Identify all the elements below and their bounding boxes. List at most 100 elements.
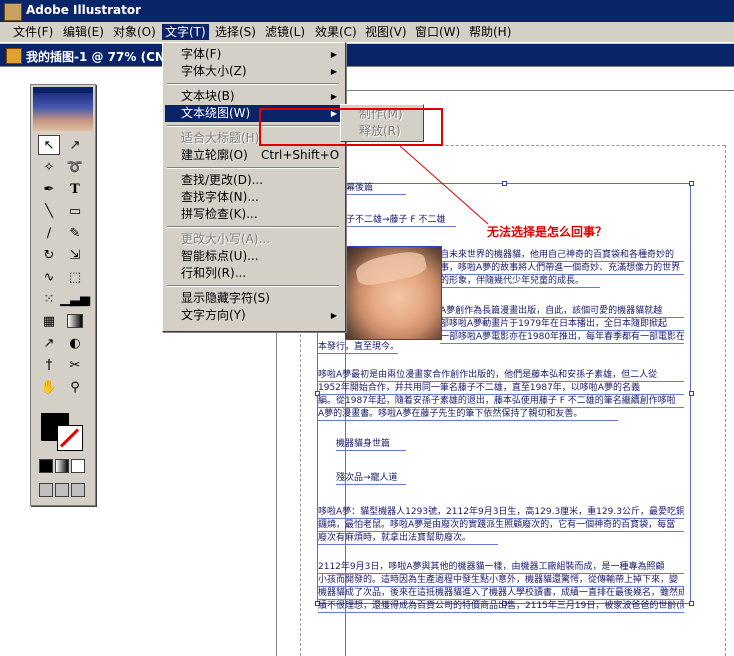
rectangle-icon[interactable]: ▭: [64, 201, 86, 221]
menu-window[interactable]: 窗口(W): [412, 24, 463, 40]
stroke-swatch[interactable]: [57, 425, 83, 451]
frame-handle-tr[interactable]: [689, 181, 694, 186]
article-line: 子不二雄→藤子 F 不二雄: [346, 214, 456, 227]
submenu-arrow-icon: ▶: [330, 92, 337, 101]
hand-icon[interactable]: ✋: [38, 377, 60, 397]
type-menu-dropdown: 字体(F) ▶ 字体大小(Z) ▶ 文本块(B) ▶ 文本绕图(W) ▶ 适合大标题(H…: [162, 42, 346, 332]
color-mode-button[interactable]: [39, 459, 53, 473]
document-icon: [6, 48, 22, 64]
menu-item-spell-check[interactable]: 拼写检查(K)...: [165, 206, 343, 223]
annotation-text: 无法选择是怎么回事？: [487, 225, 608, 239]
warp-icon[interactable]: ∿: [38, 267, 60, 287]
type-icon[interactable]: T: [64, 179, 86, 199]
menu-select[interactable]: 选择(S): [212, 24, 259, 40]
article-line: 機器貓身世篇: [336, 438, 406, 451]
article-line: 廢次有麻煩時，就拿出法寶幫助廢次。: [318, 532, 498, 545]
menu-help[interactable]: 帮助(H): [466, 24, 514, 40]
direct-select-icon[interactable]: ↗: [64, 135, 86, 155]
free-transform-icon[interactable]: ⬚: [64, 267, 86, 287]
document-title-bar[interactable]: 我的插图-1 @ 77% (CN: [0, 44, 734, 66]
menu-separator: [167, 285, 339, 287]
gradient-icon[interactable]: [64, 311, 86, 331]
rotate-icon[interactable]: ↻: [38, 245, 60, 265]
article-line: 幕後篇: [346, 182, 406, 195]
menu-type[interactable]: 文字(T): [162, 24, 209, 40]
article-line: 1952年開始合作，并共用同一筆名藤子不二雄，直至1987年，以哆啦A夢的名義: [318, 382, 684, 395]
article-line: 的形象，伴隨幾代少年兒童的成長。: [440, 275, 600, 288]
illustrator-app-icon: [4, 3, 22, 21]
article-line: 編。從1987年起，隨着安孫子素雄的退出，藤本弘使用藤子 F 不二雄的筆名繼續創…: [318, 395, 684, 408]
article-line: 績不很理想，還獲得成為百貨公司的特價商品出售，2115年三月19日，被家波爸爸的…: [318, 601, 684, 613]
menu-item-create-outlines[interactable]: 建立轮廓(O) Ctrl+Shift+O: [165, 147, 343, 164]
frame-handle-tm[interactable]: [502, 181, 507, 186]
frame-handle-br[interactable]: [689, 601, 694, 606]
artboard-edge-left: [276, 330, 277, 656]
menu-effect[interactable]: 效果(C): [312, 24, 360, 40]
none-mode-button[interactable]: [71, 459, 85, 473]
menu-item-text-block[interactable]: 文本块(B) ▶: [165, 88, 343, 105]
article-line: 事，哆啦A夢的故事將人們帶進一個奇妙、充滿想像力的世界: [440, 262, 684, 275]
article-line: 哆啦A夢：貓型機器人1293號，2112年9月3日生，高129.3厘米，重129…: [318, 507, 684, 519]
app-title: Adobe Illustrator: [26, 3, 142, 17]
article-line: A夢創作為長篇漫畫出版，自此，該個可愛的機器貓就越: [440, 305, 684, 318]
window-divider: [0, 66, 734, 67]
toolbox-venus-logo[interactable]: [33, 93, 93, 131]
line-icon[interactable]: ╲: [38, 201, 60, 221]
menu-item-font-size[interactable]: 字体大小(Z) ▶: [165, 63, 343, 80]
magic-wand-icon[interactable]: ✧: [38, 157, 60, 177]
eyedropper-icon[interactable]: ↗: [38, 333, 60, 353]
pencil-icon[interactable]: ✎: [64, 223, 86, 243]
screen-mode-full-button[interactable]: [71, 483, 85, 497]
menu-item-find-font[interactable]: 查找字体(N)...: [165, 189, 343, 206]
article-line: 小孩而開發的。這時因為生產過程中發生點小意外，機器貓還驚愕，從傳輸帶上掉下來，變: [318, 574, 684, 587]
menu-filter[interactable]: 滤镜(L): [262, 24, 308, 40]
child-photo[interactable]: [345, 246, 442, 340]
article-line: 鑼燒，最怕老鼠。哆啦A夢是由廢次的實踐派生照顧廢次的，它有一個神奇的百寶袋，每當: [318, 519, 684, 532]
lasso-icon[interactable]: ➰: [64, 157, 86, 177]
menu-edit[interactable]: 编辑(E): [60, 24, 107, 40]
annotation-highlight-box: [259, 108, 443, 146]
menu-item-rows-columns[interactable]: 行和列(R)...: [165, 265, 343, 282]
menu-item-change-case[interactable]: 更改大小写(A)...: [165, 231, 343, 248]
screen-mode-menubar-button[interactable]: [55, 483, 69, 497]
symbol-sprayer-icon[interactable]: ⁙: [38, 289, 60, 309]
artboard-edge-top: [345, 90, 734, 91]
menu-bar: 文件(F) 编辑(E) 对象(O) 文字(T) 选择(S) 滤镜(L) 效果(C…: [0, 22, 734, 43]
article-line: A夢的漫畫書。哆啦A夢在藤子先生的筆下依然保持了親切和友善。: [318, 408, 618, 421]
page-tile-right: [725, 145, 726, 656]
article-line: 部哆啦A夢動畫片于1979年在日本播出，全日本隨即掀起: [440, 318, 684, 331]
menu-item-smart-punctuation[interactable]: 智能标点(U)...: [165, 248, 343, 265]
menu-separator: [167, 167, 339, 169]
column-graph-icon[interactable]: ▁▃▅: [60, 289, 90, 309]
scale-icon[interactable]: ⇲: [64, 245, 86, 265]
menu-item-font[interactable]: 字体(F) ▶: [165, 46, 343, 63]
toolbox-panel: ↖ ↗ ✧ ➰ ✒ T ╲ ▭ ∕ ✎ ↻ ⇲ ∿ ⬚ ⁙ ▁▃▅ ▦ ↗ ◐ …: [30, 84, 96, 506]
submenu-arrow-icon: ▶: [330, 50, 337, 59]
menu-separator: [167, 226, 339, 228]
scissors-icon[interactable]: ✂: [64, 355, 86, 375]
article-line: 哆啦A夢最初是由兩位漫畫家合作創作出版的，他們是藤本弘和安孫子素雄，但二人從: [318, 369, 684, 382]
menu-file[interactable]: 文件(F): [10, 24, 56, 40]
menu-separator: [167, 83, 339, 85]
slice-icon[interactable]: †: [38, 355, 60, 375]
frame-handle-mr[interactable]: [689, 391, 694, 396]
article-line: 機器貓成了次品，後來在這抵機器貓進入了機器人學校讀書，成績一直排在最後幾名，雖然…: [318, 588, 684, 600]
mesh-icon[interactable]: ▦: [38, 311, 60, 331]
menu-item-show-hidden-chars[interactable]: 显示隐藏字符(S): [165, 290, 343, 307]
blend-icon[interactable]: ◐: [64, 333, 86, 353]
article-line: 自未來世界的機器貓，他用自己神奇的百寶袋和各種奇妙的: [440, 249, 684, 262]
document-title: 我的插图-1 @ 77% (CN: [26, 50, 165, 64]
menu-item-find-change[interactable]: 查找/更改(D)...: [165, 172, 343, 189]
gradient-mode-button[interactable]: [55, 459, 69, 473]
article-line: 殘次品→寵人道: [336, 472, 406, 485]
pen-icon[interactable]: ✒: [38, 179, 60, 199]
menu-item-type-orientation[interactable]: 文字方向(Y) ▶: [165, 307, 343, 324]
paintbrush-icon[interactable]: ∕: [38, 223, 60, 243]
menu-object[interactable]: 对象(O): [110, 24, 159, 40]
selection-arrow-icon[interactable]: ↖: [38, 135, 60, 155]
app-title-bar[interactable]: Adobe Illustrator: [0, 0, 734, 22]
submenu-arrow-icon: ▶: [330, 67, 337, 76]
menu-view[interactable]: 视图(V): [362, 24, 410, 40]
screen-mode-standard-button[interactable]: [39, 483, 53, 497]
zoom-icon[interactable]: ⚲: [64, 377, 86, 397]
